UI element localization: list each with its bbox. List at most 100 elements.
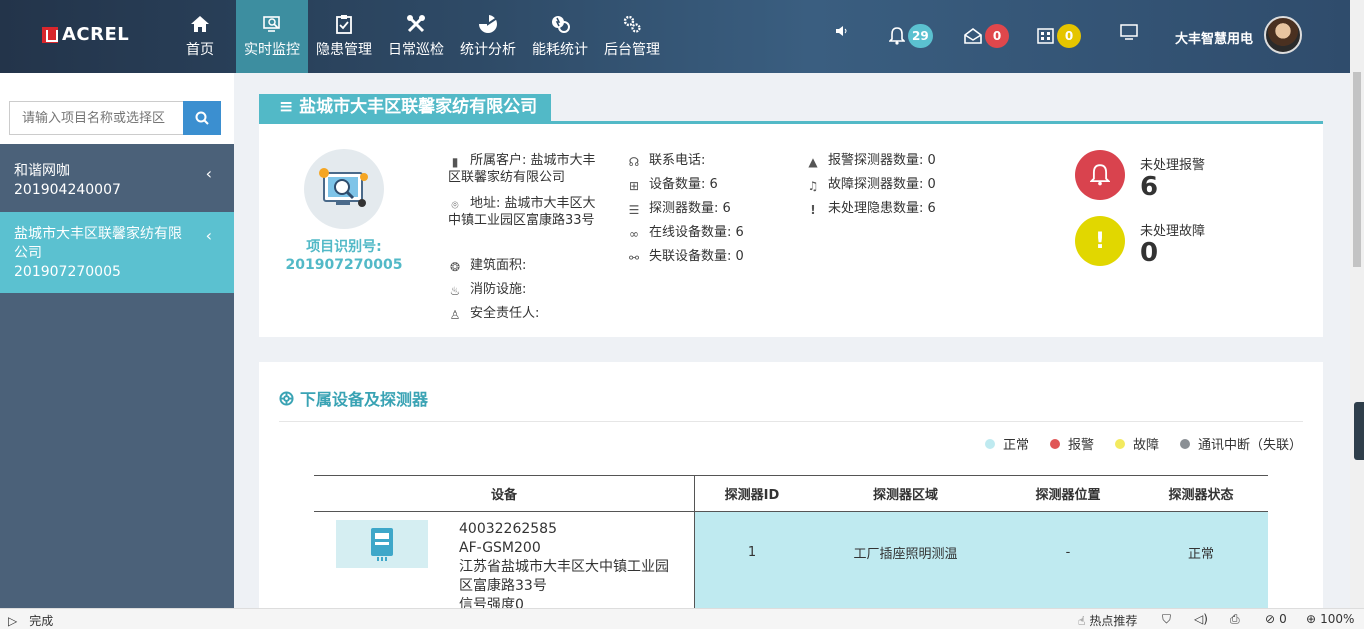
area-info: ❂ 建筑面积: [448, 257, 526, 274]
search-icon [195, 111, 209, 125]
device-count-info: ⊞ 设备数量: 6 [627, 176, 718, 193]
header-detector-position: 探测器位置 [1035, 488, 1101, 503]
offline-count-info: ⚯ 失联设备数量: 0 [627, 248, 744, 265]
nav-label: 日常巡检 [388, 42, 444, 58]
detector-count-info: ☰ 探测器数量: 6 [627, 200, 731, 217]
nav-realtime-monitor[interactable]: 实时监控 [236, 0, 308, 73]
device-table: 设备 探测器ID 探测器区域 探测器位置 探测器状态 40032262585 A… [314, 475, 1268, 608]
address-text: 地址: 盐城市大丰区大中镇工业园区富康路33号 [448, 196, 596, 228]
project-id-block: 项目识别号: 201907270005 [270, 238, 418, 274]
nav-daily-inspection[interactable]: 日常巡检 [380, 0, 452, 73]
device-address: 江苏省盐城市大丰区大中镇工业园区富康路33号 [459, 559, 669, 594]
hazards-text: 未处理隐患数量: 6 [828, 201, 936, 216]
task-notifications[interactable]: 0 [1037, 24, 1081, 48]
legend-label: 正常 [1003, 438, 1030, 453]
nav-label: 首页 [186, 42, 214, 58]
download-button[interactable]: ⎙ [1230, 612, 1240, 627]
sidebar-project-hexie[interactable]: 和谐网咖 201904240007 ‹ [0, 144, 234, 212]
shield-icon: ⛉ [1162, 612, 1172, 626]
detector-area-cell: 工厂插座照明测温 [853, 546, 958, 562]
nav-label: 后台管理 [604, 42, 660, 58]
main-nav: 首页 实时监控 隐患管理 日常巡检 统计分析 能耗统计 后台管理 [164, 0, 668, 73]
broken-link-icon: ⚯ [628, 251, 640, 265]
unhandled-fault-circle[interactable]: ! [1075, 216, 1125, 266]
username[interactable]: 大丰智慧用电 [1175, 28, 1253, 47]
screen-icon [1120, 24, 1138, 40]
play-panel-icon[interactable]: ▷ [8, 614, 17, 628]
lifebuoy-icon [279, 390, 294, 406]
shield-button[interactable]: ⛉ [1162, 612, 1171, 627]
area-text: 建筑面积: [470, 258, 527, 273]
unhandled-alarm-value[interactable]: 6 [1140, 172, 1158, 202]
unhandled-alarm-circle[interactable] [1075, 150, 1125, 200]
legend-fault: 故障 [1115, 434, 1159, 453]
bell-icon [1090, 164, 1110, 186]
speaker-button[interactable] [835, 24, 849, 38]
legend-alarm: 报警 [1050, 434, 1094, 453]
zoom-text: 100% [1320, 612, 1355, 626]
nav-hazard-management[interactable]: 隐患管理 [308, 0, 380, 73]
detector-position-cell: - [1065, 544, 1071, 560]
nav-energy-statistics[interactable]: 能耗统计 [524, 0, 596, 73]
alarm-notifications[interactable]: 29 [889, 24, 933, 48]
acrel-logo-icon [42, 26, 58, 43]
sidebar-project-lianxin[interactable]: 盐城市大丰区联馨家纺有限公司 201907270005 ‹ [0, 212, 234, 293]
devices-card: 下属设备及探测器 正常 报警 故障 通讯中断（失联） 设备 探测器ID 探测器区… [259, 362, 1323, 608]
legend-dot [985, 438, 995, 449]
online-count-info: ∞ 在线设备数量: 6 [627, 224, 744, 241]
adblock-item[interactable]: ⊘ 0 [1265, 612, 1287, 626]
search-button[interactable] [183, 101, 221, 135]
nav-backend-management[interactable]: 后台管理 [596, 0, 668, 73]
fire-text: 消防设施: [470, 282, 527, 297]
nav-label: 能耗统计 [532, 42, 588, 58]
detector-status-cell: 正常 [1187, 546, 1214, 562]
legend-dot [1180, 438, 1190, 449]
hot-text: 热点推荐 [1089, 614, 1138, 628]
customer-icon: ▮ [451, 155, 459, 169]
unhandled-fault-value[interactable]: 0 [1140, 238, 1158, 268]
pie-chart-icon [479, 15, 498, 33]
bell-outline-icon: ♫ [807, 179, 819, 193]
exclamation-icon: ! [810, 203, 816, 217]
detector-cells: 1 工厂插座照明测温 - 正常 [695, 512, 1268, 608]
section-divider [279, 421, 1303, 422]
vertical-scrollbar[interactable] [1350, 0, 1364, 608]
devices-section-title: 下属设备及探测器 [279, 386, 428, 410]
top-bar: ACREL 首页 实时监控 隐患管理 日常巡检 统计分析 能耗统计 后台管理 2… [0, 0, 1350, 73]
sound-button[interactable]: ◁) [1194, 612, 1208, 626]
speaker-icon: ◁) [1194, 612, 1208, 626]
zoom-item[interactable]: ⊕ 100% [1306, 612, 1354, 626]
chevron-left-icon: ‹ [205, 164, 212, 183]
menu-icon: ≡ [279, 97, 300, 117]
legend-offline: 通讯中断（失联） [1180, 434, 1302, 453]
screen-button[interactable] [1120, 24, 1138, 40]
zoom-icon: ⊕ [1306, 612, 1317, 626]
hot-recommend[interactable]: ☝ 热点推荐 [1078, 612, 1137, 629]
scrollbar-thumb[interactable] [1353, 72, 1361, 267]
header-detector-status: 探测器状态 [1168, 488, 1234, 503]
side-panel-handle[interactable] [1354, 402, 1364, 460]
location-pin-icon: ⌾ [451, 198, 459, 212]
legend-label: 报警 [1068, 438, 1095, 453]
project-analytics-icon [319, 168, 368, 207]
message-notifications[interactable]: 0 [964, 24, 1009, 48]
download-icon: ⎙ [1230, 612, 1240, 626]
header-device: 设备 [314, 476, 695, 511]
building-icon: ❂ [449, 260, 461, 274]
project-id: 201907270005 [14, 264, 121, 280]
nav-label: 实时监控 [244, 42, 300, 58]
header-detector-area: 探测器区域 [872, 488, 938, 503]
tools-icon [407, 15, 425, 33]
legend-label: 通讯中断（失联） [1198, 438, 1303, 453]
device-signal: 信号强度0 [459, 597, 524, 608]
nav-statistics[interactable]: 统计分析 [452, 0, 524, 73]
project-title-tab: ≡ 盐城市大丰区联馨家纺有限公司 [259, 94, 552, 121]
search-area [0, 73, 234, 144]
project-search-input[interactable] [9, 101, 183, 135]
avatar[interactable] [1264, 16, 1302, 54]
nav-home[interactable]: 首页 [164, 0, 236, 73]
safety-info: ♙ 安全责任人: [448, 305, 540, 322]
header-detector-id: 探测器ID [724, 488, 780, 503]
table-row[interactable]: 40032262585 AF-GSM200 江苏省盐城市大丰区大中镇工业园区富康… [314, 512, 1268, 608]
nav-label: 统计分析 [460, 42, 516, 58]
